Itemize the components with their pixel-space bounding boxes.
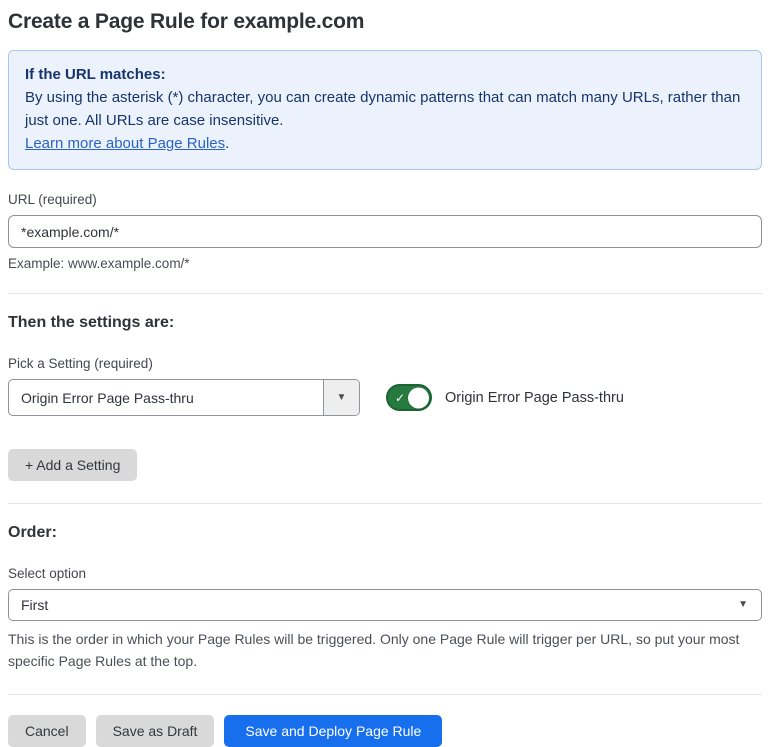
settings-section-heading: Then the settings are:: [8, 314, 175, 331]
setting-dropdown[interactable]: Origin Error Page Pass-thru ▼: [8, 379, 360, 416]
footer-actions: Cancel Save as Draft Save and Deploy Pag…: [8, 715, 762, 747]
info-box-link-line: Learn more about Page Rules.: [25, 132, 745, 155]
caret-down-icon: ▼: [738, 599, 748, 610]
add-setting-button[interactable]: + Add a Setting: [8, 449, 138, 481]
setting-toggle-label: Origin Error Page Pass-thru: [445, 389, 624, 406]
setting-toggle[interactable]: ✓: [386, 384, 432, 411]
url-input[interactable]: [8, 215, 762, 248]
url-match-info-box: If the URL matches: By using the asteris…: [8, 50, 762, 170]
setting-row: Origin Error Page Pass-thru ▼ ✓ Origin E…: [8, 379, 762, 416]
caret-down-icon: ▼: [336, 391, 347, 403]
info-box-body: By using the asterisk (*) character, you…: [25, 89, 741, 129]
setting-dropdown-value: Origin Error Page Pass-thru: [21, 389, 194, 406]
info-box-heading: If the URL matches:: [25, 66, 166, 83]
check-icon: ✓: [395, 390, 406, 405]
link-suffix: .: [225, 135, 230, 152]
order-helper-text: This is the order in which your Page Rul…: [8, 631, 740, 669]
learn-more-link[interactable]: Learn more about Page Rules: [25, 135, 225, 152]
order-select-label: Select option: [8, 566, 87, 581]
pick-setting-label: Pick a Setting (required): [8, 356, 153, 371]
add-setting-row: + Add a Setting: [8, 449, 762, 481]
save-as-draft-button[interactable]: Save as Draft: [95, 715, 215, 747]
order-select-value: First: [21, 597, 49, 613]
page-title: Create a Page Rule for example.com: [8, 10, 365, 33]
divider: [8, 694, 762, 695]
setting-dropdown-arrow-button[interactable]: ▼: [323, 380, 359, 415]
order-section-heading: Order:: [8, 524, 57, 541]
toggle-knob: [408, 387, 429, 408]
order-select[interactable]: First ▼: [8, 589, 762, 621]
divider: [8, 293, 762, 294]
save-and-deploy-button[interactable]: Save and Deploy Page Rule: [224, 715, 443, 747]
cancel-button[interactable]: Cancel: [8, 715, 86, 747]
divider: [8, 503, 762, 504]
url-helper-text: Example: www.example.com/*: [8, 256, 190, 271]
url-field-label: URL (required): [8, 192, 97, 207]
